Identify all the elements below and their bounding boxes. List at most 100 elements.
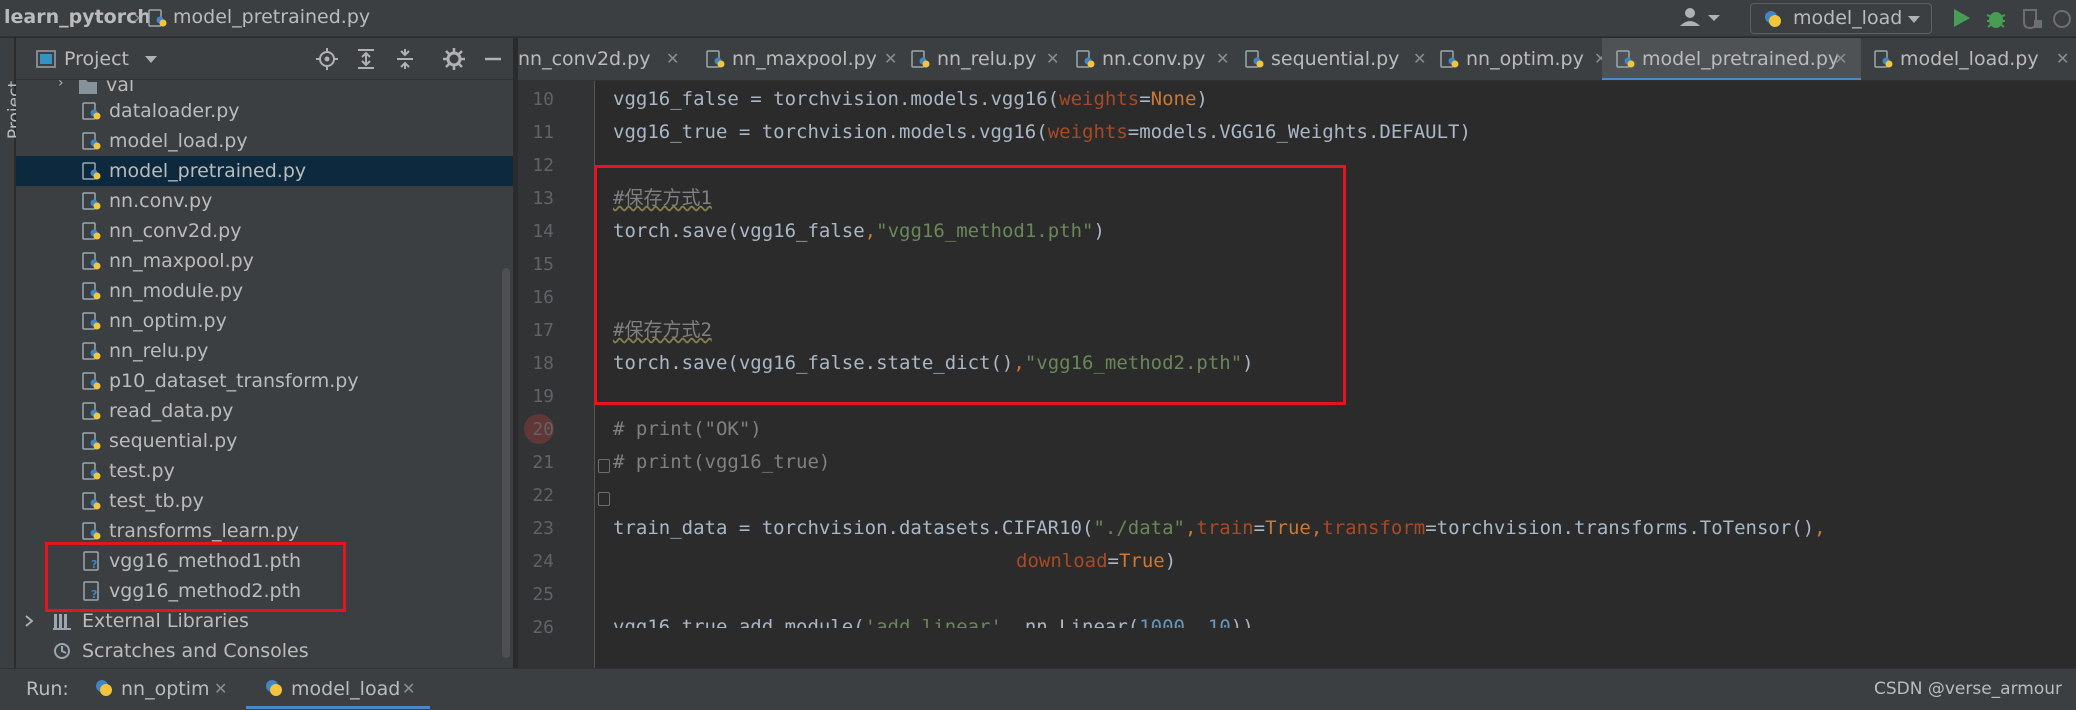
tree-row-file[interactable]: nn_maxpool.py [16,246,513,276]
line-number: 17 [532,320,554,341]
tree-row-file[interactable]: test_tb.py [16,486,513,516]
python-file-icon [82,402,101,420]
tab-model-load[interactable]: model_load.py ✕ [1874,38,2076,80]
project-scrollbar[interactable] [502,268,510,658]
tree-item-label: sequential.py [109,430,238,452]
tree-row-file[interactable]: nn.conv.py [16,186,513,216]
coverage-icon[interactable] [2020,8,2044,30]
tree-row-file[interactable]: nn_relu.py [16,336,513,366]
tab-label: model_pretrained.py [1642,48,1840,70]
fold-marker-icon[interactable] [598,492,610,506]
tree-row-file-selected[interactable]: model_pretrained.py [16,156,513,186]
tab-nn-optim[interactable]: nn_optim.py ✕ [1440,38,1616,80]
python-file-icon [1245,50,1264,68]
code-line-21[interactable]: # print(vgg16_true) [613,446,830,479]
tree-row-scratches[interactable]: Scratches and Consoles [16,636,513,666]
debug-icon[interactable] [1984,7,2008,31]
close-icon[interactable]: ✕ [2056,38,2069,80]
tree-row-folder[interactable]: › val [16,80,513,96]
user-account-button[interactable] [1678,6,1722,30]
tree-row-file[interactable]: dataloader.py [16,96,513,126]
tab-nn-maxpool[interactable]: nn_maxpool.py ✕ [706,38,911,80]
close-icon[interactable]: ✕ [666,38,679,80]
tab-label: nn_optim.py [1466,48,1584,70]
code-line-13[interactable]: #保存方式1 [613,182,712,215]
tab-nn-conv2d[interactable]: nn_conv2d.py ✕ [518,38,690,80]
run-icon[interactable] [1950,7,1972,29]
python-file-icon [82,222,101,240]
code-line-17[interactable]: #保存方式2 [613,314,712,347]
tree-item-label: read_data.py [109,400,234,422]
tab-model-pretrained[interactable]: model_pretrained.py ✕ [1602,38,1861,80]
line-number: 25 [532,584,554,605]
code-line-20[interactable]: # print("OK") [613,413,762,446]
gear-icon[interactable] [443,48,465,70]
tree-item-label: nn_conv2d.py [109,220,242,242]
breadcrumb-file[interactable]: model_pretrained.py [173,0,370,37]
close-icon[interactable]: ✕ [1046,38,1059,80]
chevron-down-icon[interactable] [144,55,158,64]
tree-item-label: test.py [109,460,175,482]
run-configuration-select[interactable]: model_load [1750,3,1932,34]
tree-row-file[interactable]: read_data.py [16,396,513,426]
tree-row-file[interactable]: transforms_learn.py [16,516,513,546]
code-line-23[interactable]: train_data = torchvision.datasets.CIFAR1… [613,512,1826,545]
tree-row-file[interactable]: nn_optim.py [16,306,513,336]
tree-item-label: nn_module.py [109,280,244,302]
python-file-icon [1874,50,1893,68]
tab-label: nn_relu.py [937,48,1037,70]
python-file-icon [82,312,101,330]
tree-row-file[interactable]: ? vgg16_method1.pth [16,546,513,576]
close-icon[interactable]: ✕ [884,38,897,80]
close-icon[interactable]: ✕ [402,669,415,709]
tree-item-label: dataloader.py [109,100,240,122]
code-line-11[interactable]: vgg16_true = torchvision.models.vgg16(we… [613,116,1471,149]
code-line-24[interactable]: download=True) [1016,545,1176,578]
python-file-icon [82,522,101,540]
python-file-icon [82,162,101,180]
tree-row-external-libraries[interactable]: External Libraries [16,606,513,636]
fold-marker-icon[interactable] [598,459,610,473]
close-icon[interactable]: ✕ [1413,38,1426,80]
python-file-icon [1616,50,1635,68]
run-tab-model-load[interactable]: model_load ✕ [246,669,430,709]
chevron-down-icon [1908,16,1920,23]
python-file-icon [82,252,101,270]
tree-row-file[interactable]: test.py [16,456,513,486]
tree-item-label: nn_maxpool.py [109,250,254,272]
expand-all-icon[interactable] [355,48,377,70]
tree-row-file[interactable]: model_load.py [16,126,513,156]
code-line-14[interactable]: torch.save(vgg16_false,"vgg16_method1.pt… [613,215,1105,248]
code-line-18[interactable]: torch.save(vgg16_false.state_dict(),"vgg… [613,347,1254,380]
tree-row-file[interactable]: sequential.py [16,426,513,456]
run-label: Run: [26,678,69,700]
profile-icon[interactable] [2052,8,2074,30]
python-file-icon [82,132,101,150]
tree-item-label: nn_optim.py [109,310,227,332]
tab-sequential[interactable]: sequential.py ✕ [1245,38,1440,80]
close-icon[interactable]: ✕ [1834,38,1847,80]
tree-row-file[interactable]: nn_module.py [16,276,513,306]
tree-item-label: val [106,80,135,96]
close-icon[interactable]: ✕ [1216,38,1229,80]
tab-nn-relu[interactable]: nn_relu.py ✕ [911,38,1076,80]
tree-item-label: nn_relu.py [109,340,209,362]
collapse-all-icon[interactable] [394,48,416,70]
tree-row-file[interactable]: p10_dataset_transform.py [16,366,513,396]
code-line-26[interactable]: vgg16_true.add_module('add_linear', nn.L… [613,611,1254,628]
tool-window-strip: Project [0,38,25,668]
tab-nn-conv[interactable]: nn.conv.py ✕ [1076,38,1245,80]
code-line-10[interactable]: vgg16_false = torchvision.models.vgg16(w… [613,83,1208,116]
line-number: 15 [532,254,554,275]
tree-row-file[interactable]: ? vgg16_method2.pth [16,576,513,606]
close-icon[interactable]: ✕ [214,669,227,709]
hide-panel-icon[interactable] [482,48,504,70]
line-number: 16 [532,287,554,308]
run-tab-nn-optim[interactable]: nn_optim ✕ [94,669,234,709]
tree-row-file[interactable]: nn_conv2d.py [16,216,513,246]
locate-file-icon[interactable] [316,48,338,70]
tab-label: model_load.py [1900,48,2039,70]
breadcrumb-project[interactable]: learn_pytorch [4,0,151,37]
line-number: 22 [532,485,554,506]
line-number: 20 [532,419,554,440]
